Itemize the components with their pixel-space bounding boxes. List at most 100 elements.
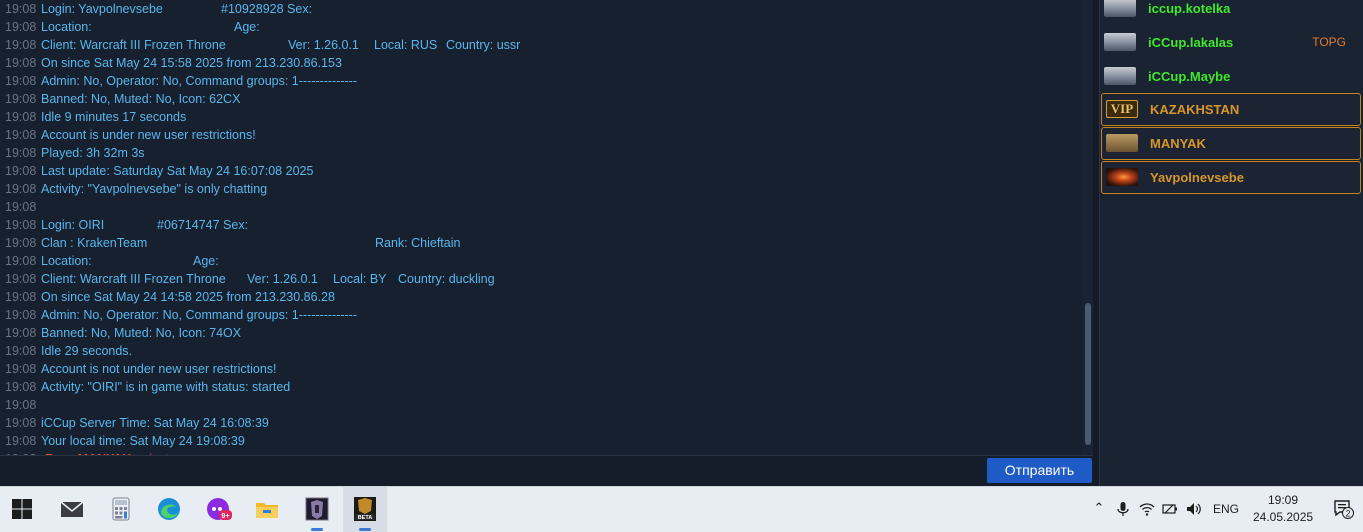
rank-icon-gray: [1104, 0, 1136, 17]
chat-line: 19:08 Login: Yavpolnevsebe #10928928 Sex:: [0, 0, 1083, 18]
chat-text: Login: Yavpolnevsebe: [41, 2, 163, 16]
calculator-icon: [112, 497, 130, 521]
chat-line: 19:08: [0, 198, 1083, 216]
system-tray: ⌃ ENG 19:09 24.05.2025 2: [1083, 487, 1363, 532]
timestamp: 19:08: [5, 290, 37, 304]
messenger-icon: 9+: [207, 498, 232, 520]
mail-icon: [60, 501, 84, 517]
timestamp: 19:08: [5, 56, 37, 70]
microphone-icon[interactable]: [1115, 501, 1131, 517]
start-button[interactable]: [0, 487, 44, 532]
chat-line: 19:08 Admin: No, Operator: No, Command gr…: [0, 72, 1083, 90]
taskbar-warcraft[interactable]: [295, 487, 339, 532]
chat-line: 19:08 iCCup Server Time: Sat May 24 16:08…: [0, 414, 1083, 432]
battery-icon[interactable]: [1162, 501, 1178, 517]
chat-text: Country: ussr: [446, 38, 521, 52]
user-list-item[interactable]: MANYAK: [1101, 127, 1361, 160]
chat-text: Login: OIRI: [41, 218, 105, 232]
chat-text: Age:: [234, 20, 260, 34]
clock-date: 24.05.2025: [1253, 510, 1314, 524]
chat-text: Country: duckling: [398, 272, 495, 286]
timestamp: 19:08: [5, 200, 37, 214]
chat-text: Your local time: Sat May 24 19:08:39: [41, 434, 245, 448]
timestamp: 19:08: [5, 164, 37, 178]
chat-text: Banned: No, Muted: No, Icon: 62CX: [41, 92, 241, 106]
taskbar-iccup-beta[interactable]: BETA: [343, 487, 387, 532]
edge-icon: [158, 498, 180, 520]
notification-badge: 9+: [221, 511, 230, 520]
language-indicator[interactable]: ENG: [1213, 501, 1239, 517]
chat-line: 19:08: [0, 396, 1083, 414]
chat-text: Rank: Chieftain: [375, 236, 461, 250]
chat-text: Clan : KrakenTeam: [41, 236, 148, 250]
beta-label: BETA: [358, 515, 373, 521]
clock[interactable]: 19:09 24.05.2025: [1253, 492, 1313, 526]
user-list-item[interactable]: iCCup.lakalas TOPG: [1100, 26, 1362, 59]
manyak-icon: [1106, 134, 1138, 152]
chat-line: 19:08 Banned: No, Muted: No, Icon: 74OX: [0, 324, 1083, 342]
user-tag: TOPG: [1312, 35, 1346, 49]
user-name: iCCup.Maybe: [1148, 69, 1231, 84]
chat-line: 19:08 Your local time: Sat May 24 19:08:3…: [0, 432, 1083, 450]
timestamp: 19:08: [5, 236, 37, 250]
user-list-item[interactable]: iCCup.Maybe: [1100, 60, 1362, 93]
chat-line: 19:08 Clan : KrakenTeam Rank: Chieftain: [0, 234, 1083, 252]
chevron-up-icon[interactable]: ⌃: [1091, 501, 1107, 517]
chat-text: Activity: "Yavpolnevsebe" is only chatti…: [41, 182, 268, 196]
user-list-item[interactable]: Yavpolnevsebe: [1101, 161, 1361, 194]
chat-text: Idle 29 seconds.: [41, 344, 133, 358]
chat-log: 19:08 Login: Yavpolnevsebe #10928928 Sex: 1…: [0, 0, 1083, 455]
chat-line: 19:08 Client: Warcraft III Frozen Throne V…: [0, 270, 1083, 288]
windows-start-icon: [12, 499, 32, 519]
user-list-item[interactable]: VIP KAZAKHSTAN: [1101, 93, 1361, 126]
user-name: MANYAK: [1150, 136, 1206, 151]
chat-text: Ver: 1.26.0.1: [247, 272, 318, 286]
rank-icon-gray: [1104, 33, 1136, 51]
timestamp: 19:08: [5, 92, 37, 106]
chat-text: Admin: No, Operator: No, Command groups:…: [41, 74, 358, 88]
chat-text: Location:: [41, 254, 92, 268]
chat-line: 19:08 Played: 3h 32m 3s: [0, 144, 1083, 162]
wifi-icon[interactable]: [1139, 501, 1155, 517]
chat-line: 19:08 Idle 9 minutes 17 seconds: [0, 108, 1083, 126]
chat-text: Account is under new user restrictions!: [41, 128, 256, 142]
chat-line: 19:08 Last update: Saturday Sat May 24 16…: [0, 162, 1083, 180]
user-name: iccup.kotelka: [1148, 1, 1231, 16]
notification-count: 2: [1345, 509, 1350, 519]
taskbar-file-explorer[interactable]: [245, 487, 289, 532]
message-input[interactable]: [0, 456, 980, 486]
timestamp: 19:08: [5, 398, 37, 412]
scrollbar-thumb[interactable]: [1085, 303, 1091, 445]
timestamp: 19:08: [5, 308, 37, 322]
chat-text: Played: 3h 32m 3s: [41, 146, 145, 160]
chat-line: 19:08 Activity: "OIRI" is in game with st…: [0, 378, 1083, 396]
chat-line: 19:08 Login: OIRI #06714747 Sex:: [0, 216, 1083, 234]
timestamp: 19:08: [5, 272, 37, 286]
eye-icon: [1106, 168, 1138, 186]
warcraft-icon: [305, 497, 329, 521]
timestamp: 19:08: [5, 326, 37, 340]
file-explorer-icon: [256, 503, 278, 518]
user-name: iCCup.lakalas: [1148, 35, 1234, 50]
chat-text: Local: BY: [333, 272, 387, 286]
chat-text: On since Sat May 24 15:58 2025 from 213.…: [41, 56, 342, 70]
chat-line: 19:08 Idle 29 seconds.: [0, 342, 1083, 360]
chat-text: Client: Warcraft III Frozen Throne: [41, 38, 226, 52]
chat-line: 19:08 Client: Warcraft III Frozen Throne V…: [0, 36, 1083, 54]
vip-icon: VIP: [1106, 100, 1138, 118]
volume-icon[interactable]: [1186, 501, 1202, 517]
chat-text: Last update: Saturday Sat May 24 16:07:0…: [41, 164, 314, 178]
chat-text: Account is not under new user restrictio…: [41, 362, 277, 376]
chat-scrollbar[interactable]: [1083, 0, 1093, 455]
taskbar-messenger[interactable]: 9+: [197, 487, 241, 532]
chat-text: Ver: 1.26.0.1: [288, 38, 359, 52]
send-button[interactable]: Отправить: [987, 458, 1092, 483]
timestamp: 19:08: [5, 218, 37, 232]
taskbar-edge[interactable]: [147, 487, 191, 532]
taskbar-calculator[interactable]: [99, 487, 143, 532]
chat-line: 19:08 Account is not under new user restr…: [0, 360, 1083, 378]
notification-center-icon[interactable]: 2: [1333, 499, 1355, 519]
timestamp: 19:08: [5, 38, 37, 52]
user-list-item[interactable]: iccup.kotelka: [1100, 0, 1362, 25]
taskbar-mail[interactable]: [50, 487, 94, 532]
